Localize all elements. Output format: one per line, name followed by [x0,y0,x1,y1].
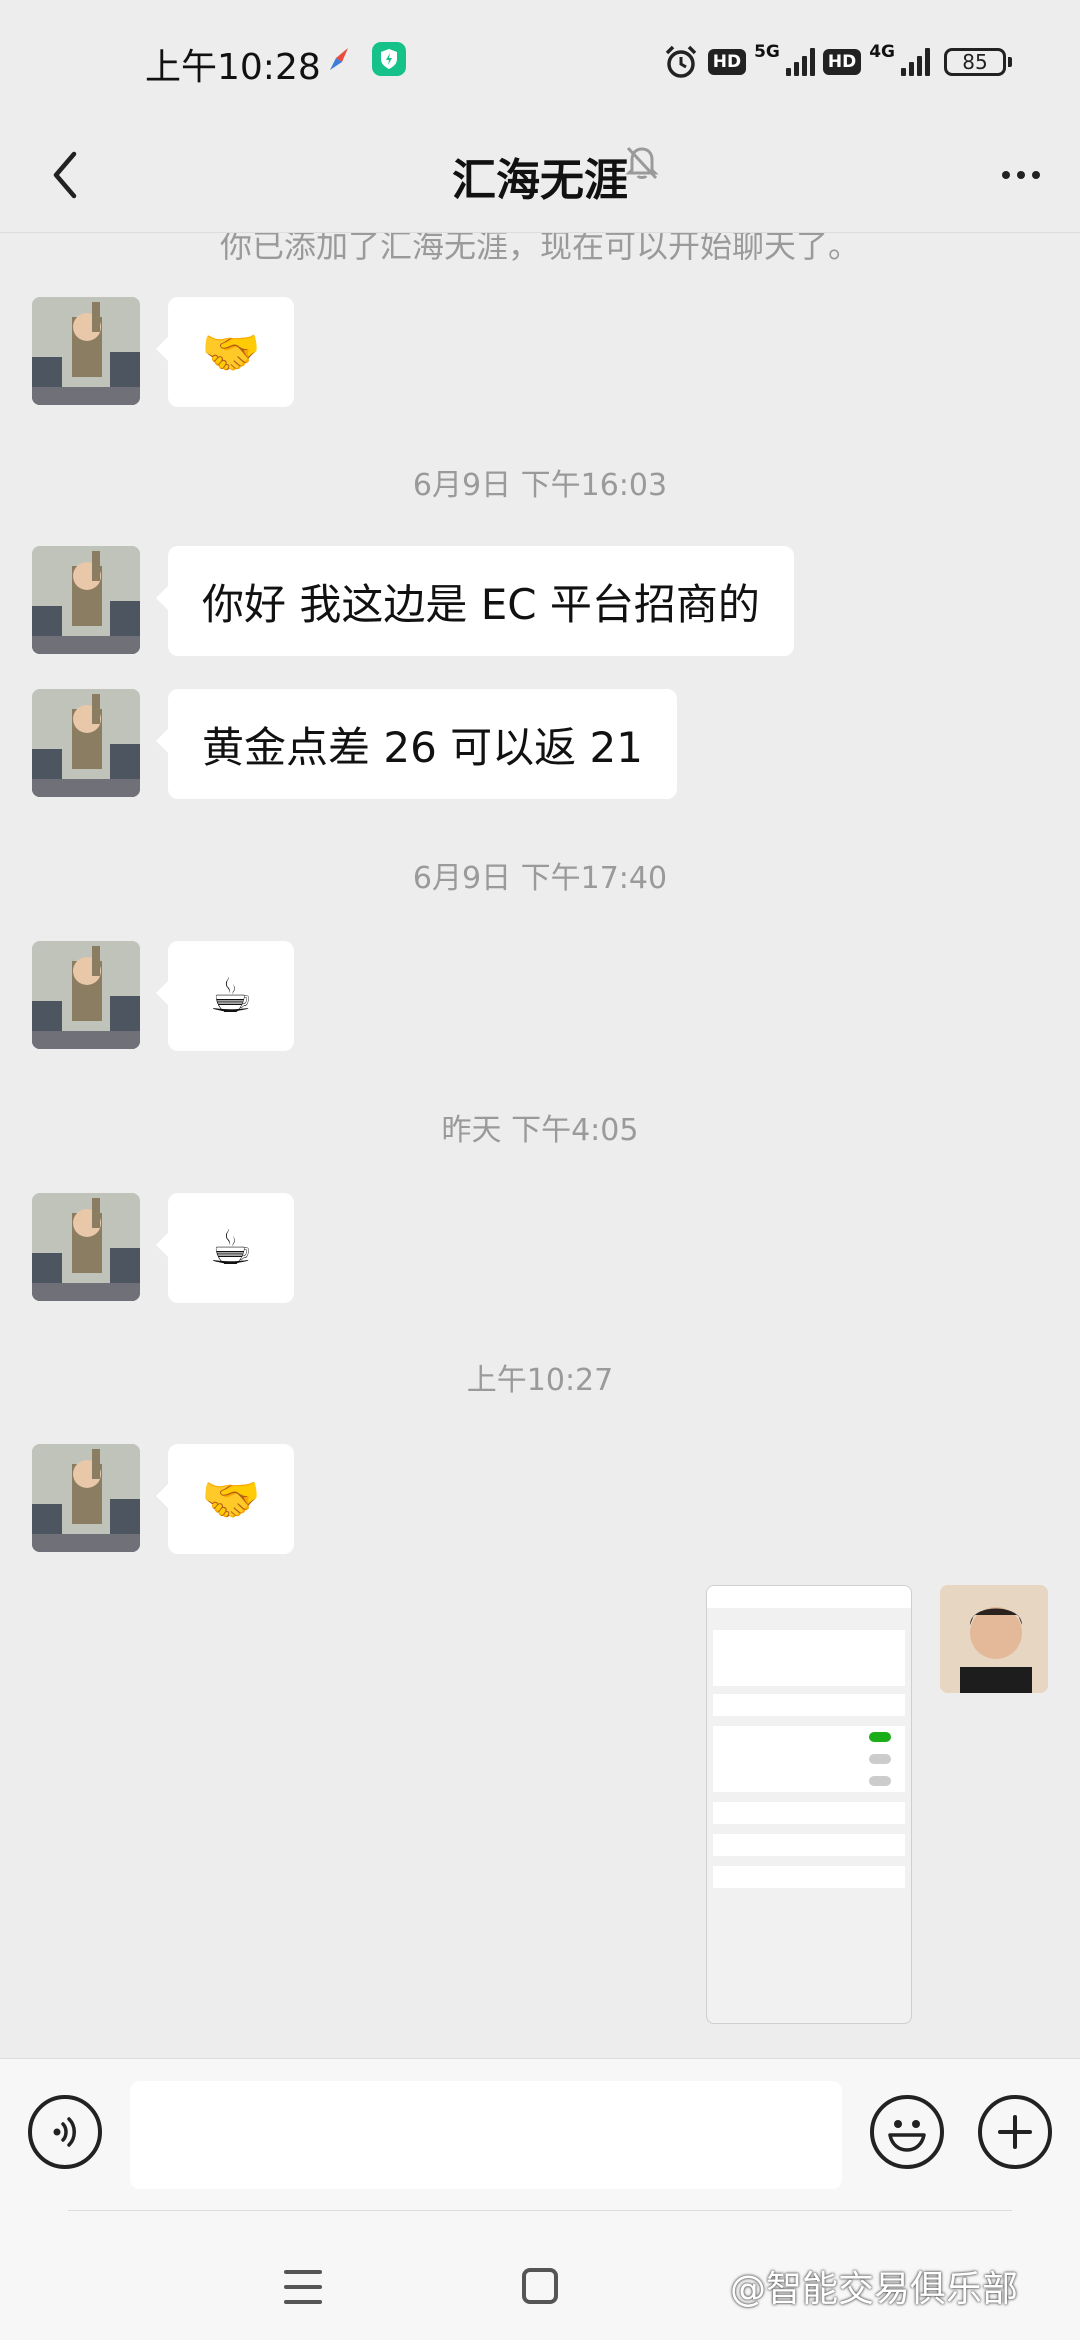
battery-icon: 85 [944,48,1012,76]
input-bar [0,2058,1080,2211]
signal-icon [785,48,815,76]
my-avatar[interactable] [940,1585,1048,1693]
chat-title: 汇海无涯 [452,155,628,206]
system-notice: 你已添加了汇海无涯，现在可以开始聊天了。 [219,233,860,265]
timestamp: 上午10:27 [466,1363,614,1398]
emoji-message[interactable]: 🤝 [156,297,294,407]
more-button[interactable] [986,140,1056,210]
timestamp: 6月9日 下午17:40 [412,861,668,896]
text-message[interactable]: 黄金点差 26 可以返 21 [156,689,677,799]
emoji-message[interactable]: 🤝 [156,1444,294,1554]
text-message[interactable]: 你好 我这边是 EC 平台招商的 [156,546,794,656]
coffee-icon: ☕ [209,1220,253,1276]
contact-avatar[interactable] [32,1444,140,1552]
status-indicators: HD 5G HD 4G 85 [662,42,1012,82]
contact-avatar[interactable] [32,689,140,797]
network-label-2: 4G [869,42,895,62]
contact-avatar[interactable] [32,1193,140,1301]
contact-avatar[interactable] [32,941,140,1049]
chat-area[interactable]: 你已添加了汇海无涯，现在可以开始聊天了。 🤝 6月9日 下午16:03 你好 我… [0,233,1080,2058]
network-label-1: 5G [754,42,780,62]
system-nav-bar: @智能交易俱乐部 [0,2210,1080,2340]
image-message[interactable] [706,1585,912,2024]
message-input[interactable] [130,2081,842,2189]
timestamp: 6月9日 下午16:03 [412,468,668,503]
home-icon[interactable] [522,2268,558,2304]
handshake-icon: 🤝 [201,324,261,381]
signal-icon-2 [901,48,930,76]
more-icon [1002,171,1010,179]
shield-icon [372,42,406,76]
menu-icon[interactable] [284,2270,322,2304]
emoji-message[interactable]: ☕ [156,941,294,1051]
mute-bell-icon [625,146,659,180]
status-bar: 上午10:28 HD 5G HD 4G 85 [0,0,1080,120]
handshake-icon: 🤝 [201,1471,261,1528]
plus-button[interactable] [978,2095,1052,2169]
emoji-icon [888,2120,926,2152]
compass-icon [322,42,356,76]
battery-level: 85 [944,48,1006,76]
hd-badge: HD [707,49,747,75]
chat-header: 汇海无涯 [0,120,1080,233]
contact-avatar[interactable] [32,297,140,405]
coffee-icon: ☕ [209,968,253,1024]
status-time: 上午10:28 [145,47,321,88]
emoji-message[interactable]: ☕ [156,1193,294,1303]
voice-icon [53,2117,76,2147]
voice-button[interactable] [28,2095,102,2169]
hd-badge-2: HD [822,49,862,75]
watermark: @智能交易俱乐部 [730,2269,1019,2310]
contact-avatar[interactable] [32,546,140,654]
emoji-button[interactable] [870,2095,944,2169]
alarm-icon [662,43,700,81]
timestamp: 昨天 下午4:05 [441,1113,639,1148]
